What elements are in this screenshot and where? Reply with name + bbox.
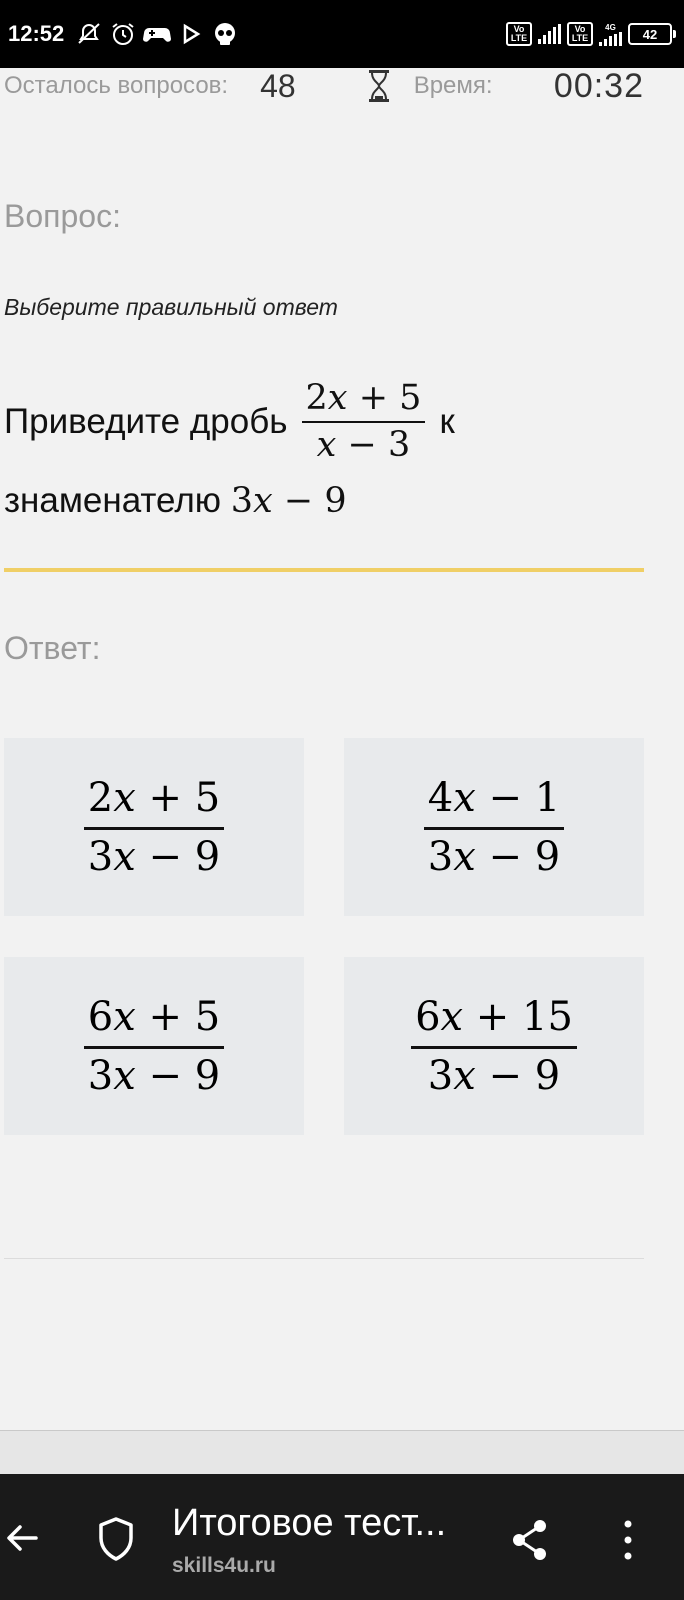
question-text: Приведите дробь 2x + 5 x − 3 к знаменате… [4,372,644,525]
question-fraction-denominator: x − 3 [316,425,411,465]
gamepad-icon [142,19,172,49]
question-divider [4,568,644,572]
time-label: Время: [413,72,493,99]
browser-page-title[interactable]: Итоговое тест... [172,1502,446,1545]
option-1-denominator: 3x − 9 [87,833,221,880]
question-target-denominator: 3x − 9 [230,481,347,521]
question-suffix: к [439,402,455,442]
skull-icon [210,19,240,49]
quiz-header: Осталось вопросов: 48 Время: 00:32 [4,64,644,108]
option-4-denominator: 3x − 9 [427,1052,561,1099]
remaining-count: 48 [260,67,296,104]
browser-bottom-bar: Итоговое тест... skills4u.ru [0,1474,684,1600]
question-fraction: 2x + 5 x − 3 [301,376,426,469]
instruction-text: Выберите правильный ответ [4,294,338,320]
question-fraction-numerator: 2x + 5 [305,377,422,418]
option-4-numerator: 6x + 15 [415,993,573,1040]
time-value: 00:32 [553,66,644,105]
browser-domain[interactable]: skills4u.ru [172,1554,276,1578]
shield-icon[interactable] [96,1516,136,1562]
remaining-label: Осталось вопросов: [4,72,229,99]
option-3-fraction: 6x + 5 3x − 9 [83,993,225,1099]
volte-icon: Vo LTE [506,22,532,46]
option-3-denominator: 3x − 9 [87,1052,221,1099]
option-2-denominator: 3x − 9 [427,833,561,880]
hourglass-icon [368,70,389,102]
network-4g-icon: 4G [599,23,622,46]
option-2-fraction: 4x − 1 3x − 9 [423,774,565,880]
option-1-numerator: 2x + 5 [87,774,221,821]
mute-icon [74,19,104,49]
back-arrow-icon[interactable] [2,1518,42,1558]
option-4-fraction: 6x + 15 3x − 9 [411,994,577,1099]
volte-icon-2: Vo LTE [567,22,593,46]
option-3-numerator: 6x + 5 [87,993,221,1040]
answer-option-2[interactable]: 4x − 1 3x − 9 [344,738,644,916]
signal-icon [538,24,561,44]
share-icon[interactable] [510,1518,550,1562]
question-heading: Вопрос: [4,198,121,234]
content-divider [4,1258,644,1259]
status-time: 12:52 [8,21,65,46]
question-prefix: Приведите дробь [4,402,288,442]
answer-heading: Ответ: [4,630,101,666]
option-2-numerator: 4x − 1 [427,774,561,821]
question-line2-text: знаменателю [4,481,222,520]
page-bottom-strip [0,1430,684,1475]
answer-option-4[interactable]: 6x + 15 3x − 9 [344,957,644,1135]
alarm-icon [108,19,138,49]
option-1-fraction: 2x + 5 3x − 9 [83,774,225,880]
status-bar: 12:52 Vo LTE Vo LTE 4G 42 [0,0,684,68]
play-store-icon [176,19,206,49]
battery-icon: 42 [628,23,676,45]
answer-option-1[interactable]: 2x + 5 3x − 9 [4,738,304,916]
answer-option-3[interactable]: 6x + 5 3x − 9 [4,957,304,1135]
more-options-icon[interactable] [616,1518,640,1562]
